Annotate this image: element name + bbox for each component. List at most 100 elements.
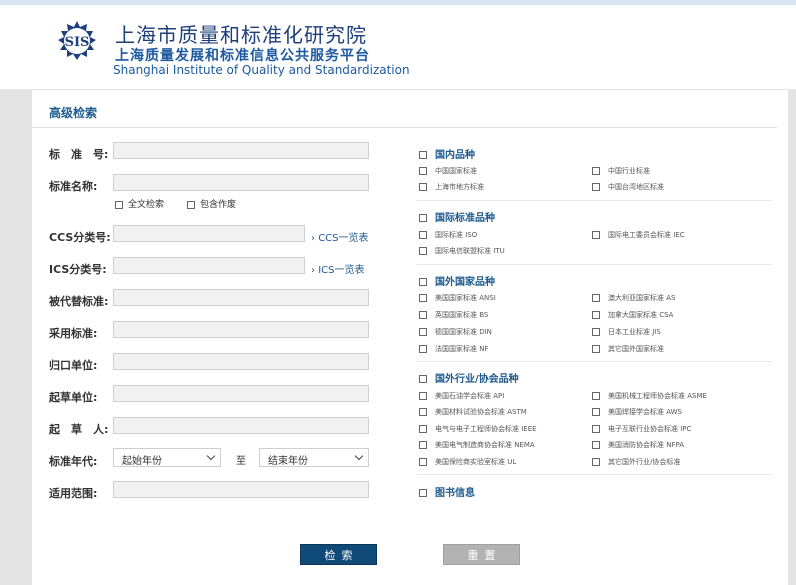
include-void-checkbox[interactable]: 包含作废 <box>187 197 236 210</box>
svg-text:SIS: SIS <box>65 35 90 50</box>
advanced-search-panel: 高级检索 标 准 号: 标准名称: 全文检索 包含作废 CCS分类号: › CC… <box>32 90 788 585</box>
checkbox-icon <box>592 425 600 433</box>
category-item[interactable]: 国际电工委员会标准 IEC <box>592 230 685 240</box>
reset-button[interactable]: 重置 <box>443 544 520 565</box>
checkbox-icon <box>419 441 427 449</box>
checkbox-icon <box>115 200 123 209</box>
checkbox-icon <box>419 392 427 400</box>
std-name-input[interactable] <box>113 174 369 191</box>
checkbox-icon <box>419 345 427 353</box>
checkbox-icon <box>592 294 600 302</box>
category-domestic[interactable]: 国内品种 <box>419 146 475 161</box>
checkbox-icon <box>592 311 600 319</box>
checkbox-icon <box>419 375 427 383</box>
checkbox-icon <box>592 458 600 466</box>
search-button[interactable]: 检索 <box>300 544 377 565</box>
category-item[interactable]: 加拿大国家标准 CSA <box>592 310 673 320</box>
institute-name-en: Shanghai Institute of Quality and Standa… <box>113 63 410 77</box>
category-item[interactable]: 美国焊接学会标准 AWS <box>592 407 682 417</box>
checkbox-icon <box>592 441 600 449</box>
replaced-std-input[interactable] <box>113 289 369 306</box>
category-item[interactable]: 美国机械工程师协会标准 ASME <box>592 391 707 401</box>
category-item[interactable]: 中国台湾地区标准 <box>592 182 664 192</box>
panel-title: 高级检索 <box>49 106 98 120</box>
std-no-label: 标 准 号: <box>49 148 109 161</box>
category-industry[interactable]: 国外行业/协会品种 <box>419 370 519 385</box>
ccs-input[interactable] <box>113 225 305 242</box>
site-header: SIS 上海市质量和标准化研究院 上海质量发展和标准信息公共服务平台 Shang… <box>0 5 796 89</box>
category-item[interactable]: 电子互联行业协会标准 IPC <box>592 424 691 434</box>
checkbox-icon <box>419 214 427 222</box>
dept-label: 归口单位: <box>49 359 98 372</box>
checkbox-icon <box>419 458 427 466</box>
std-no-input[interactable] <box>113 142 369 159</box>
category-item[interactable]: 国际标准 ISO <box>419 230 477 240</box>
scope-input[interactable] <box>113 481 369 498</box>
category-item[interactable]: 美国国家标准 ANSI <box>419 293 496 303</box>
checkbox-icon <box>419 278 427 286</box>
checkbox-icon <box>419 151 427 159</box>
drafter-label: 起 草 人: <box>49 423 109 436</box>
category-item[interactable]: 中国国家标准 <box>419 166 477 176</box>
category-item[interactable]: 美国石油学会标准 API <box>419 391 504 401</box>
adopted-std-input[interactable] <box>113 321 369 338</box>
platform-name-cn: 上海质量发展和标准信息公共服务平台 <box>115 48 370 64</box>
checkbox-icon <box>187 200 195 209</box>
category-item[interactable]: 美国电气制造商协会标准 NEMA <box>419 440 535 450</box>
start-year-select[interactable]: 起始年份 <box>113 448 221 467</box>
chevron-down-icon <box>206 451 216 461</box>
checkbox-icon <box>419 231 427 239</box>
scope-label: 适用范围: <box>49 487 98 500</box>
ccs-label: CCS分类号: <box>49 231 111 244</box>
category-item[interactable]: 美国材料试验协会标准 ASTM <box>419 407 527 417</box>
checkbox-icon <box>419 167 427 175</box>
ics-input[interactable] <box>113 257 305 274</box>
category-item[interactable]: 美国保险商实验室标准 UL <box>419 457 516 467</box>
sis-logo-icon: SIS <box>58 21 96 60</box>
category-item[interactable]: 上海市地方标准 <box>419 182 484 192</box>
divider <box>417 361 772 362</box>
category-item[interactable]: 澳大利亚国家标准 AS <box>592 293 675 303</box>
category-item[interactable]: 中国行业标准 <box>592 166 650 176</box>
category-item[interactable]: 其它国外行业/协会标准 <box>592 457 680 467</box>
checkbox-icon <box>592 392 600 400</box>
drafter-unit-input[interactable] <box>113 385 369 402</box>
category-item[interactable]: 美国消防协会标准 NFPA <box>592 440 684 450</box>
checkbox-icon <box>592 167 600 175</box>
checkbox-icon <box>592 328 600 336</box>
checkbox-icon <box>419 311 427 319</box>
year-to-label: 至 <box>236 456 246 467</box>
checkbox-icon <box>419 328 427 336</box>
category-item[interactable]: 英国国家标准 BS <box>419 310 488 320</box>
category-item[interactable]: 日本工业标准 JIS <box>592 327 661 337</box>
dept-input[interactable] <box>113 353 369 370</box>
checkbox-icon <box>419 247 427 255</box>
replaced-std-label: 被代替标准: <box>49 295 109 308</box>
ics-list-link[interactable]: › ICS一览表 <box>311 261 364 276</box>
divider <box>417 200 772 201</box>
category-item[interactable]: 其它国外国家标准 <box>592 344 664 354</box>
checkbox-icon <box>419 183 427 191</box>
category-international[interactable]: 国际标准品种 <box>419 209 495 224</box>
std-name-label: 标准名称: <box>49 180 98 193</box>
checkbox-icon <box>419 294 427 302</box>
category-books[interactable]: 图书信息 <box>419 484 475 499</box>
category-item[interactable]: 法国国家标准 NF <box>419 344 489 354</box>
institute-name-cn: 上海市质量和标准化研究院 <box>115 23 367 47</box>
category-foreign[interactable]: 国外国家品种 <box>419 273 495 288</box>
divider <box>417 264 772 265</box>
year-label: 标准年代: <box>49 455 98 468</box>
divider <box>32 127 777 128</box>
chevron-down-icon <box>354 451 364 461</box>
drafter-input[interactable] <box>113 417 369 434</box>
ccs-list-link[interactable]: › CCS一览表 <box>311 229 369 244</box>
fulltext-checkbox[interactable]: 全文检索 <box>115 197 164 210</box>
drafter-unit-label: 起草单位: <box>49 391 98 404</box>
end-year-select[interactable]: 结束年份 <box>259 448 369 467</box>
checkbox-icon <box>419 408 427 416</box>
checkbox-icon <box>592 183 600 191</box>
category-item[interactable]: 国际电信联盟标准 ITU <box>419 246 505 256</box>
category-item[interactable]: 德国国家标准 DIN <box>419 327 492 337</box>
category-item[interactable]: 电气与电子工程师协会标准 IEEE <box>419 424 537 434</box>
checkbox-icon <box>592 408 600 416</box>
